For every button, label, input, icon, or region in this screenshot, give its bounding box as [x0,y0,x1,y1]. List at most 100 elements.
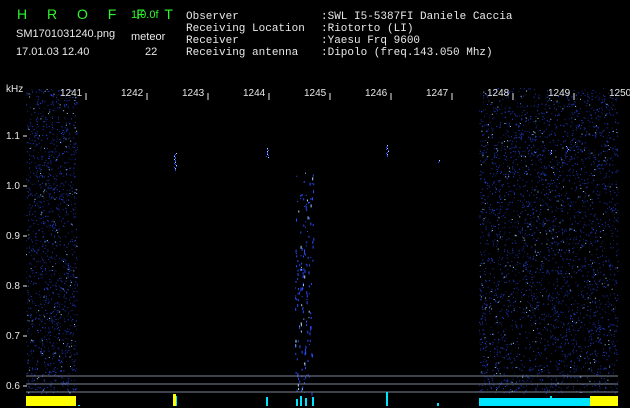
noise-dot [591,228,593,230]
noise-dot [591,95,593,97]
noise-dot [535,127,537,129]
noise-dot [496,319,498,321]
noise-dot [562,205,564,207]
noise-dot [492,344,494,345]
noise-dot [487,389,489,391]
noise-dot [575,140,577,142]
noise-dot [616,203,618,204]
noise-dot [537,384,539,386]
noise-dot [535,138,537,140]
noise-dot [41,158,43,160]
noise-dot [594,171,596,173]
noise-dot [484,203,486,205]
noise-dot [38,377,40,378]
noise-dot [64,127,66,129]
noise-dot [42,177,44,178]
noise-dot [67,389,69,391]
noise-dot [591,226,593,228]
noise-dot [596,165,598,167]
noise-dot [557,139,559,141]
noise-dot [617,381,619,383]
noise-dot [73,385,75,387]
noise-dot [67,388,69,390]
waterfall-spectrogram[interactable]: 1.11.00.90.80.70.6 1241 1242 1243 1244 1245 1… [0,0,630,408]
noise-dot [47,288,49,290]
noise-dot [55,259,57,261]
noise-dot [522,207,524,209]
noise-dot [537,238,539,240]
noise-dot [59,244,61,246]
noise-dot [612,172,614,174]
meteor-echo [439,161,440,162]
noise-dot [574,376,576,378]
noise-dot [56,189,58,191]
noise-dot [587,92,589,93]
noise-dot [38,310,40,312]
noise-dot [570,125,572,127]
meteor-trace [297,277,299,280]
noise-dot [599,369,601,370]
noise-dot [539,256,541,258]
noise-dot [612,308,614,310]
noise-dot [483,218,485,220]
noise-dot [590,153,591,155]
noise-dot [563,277,565,279]
noise-dot [585,195,587,197]
noise-dot [602,255,603,257]
noise-dot [494,155,496,157]
noise-dot [491,231,493,233]
noise-dot [587,117,589,119]
noise-dot [510,171,512,173]
noise-dot [49,257,51,259]
noise-dot [562,162,564,163]
noise-dot [558,114,560,116]
noise-dot [488,232,490,234]
noise-dot [575,212,577,214]
noise-dot [614,108,616,110]
noise-dot [486,305,488,306]
noise-dot [494,110,496,112]
noise-dot [522,316,524,318]
noise-dot [59,237,61,239]
noise-dot [39,291,41,292]
noise-dot [509,126,511,128]
noise-dot [550,361,551,363]
noise-dot [58,257,60,259]
noise-dot [489,313,491,314]
noise-dot [588,208,590,210]
noise-dot [547,270,549,272]
noise-dot [609,191,611,193]
noise-dot [609,186,611,188]
noise-dot [569,147,571,148]
noise-dot [480,179,482,181]
noise-dot [53,143,55,145]
noise-dot [57,337,59,339]
noise-dot [580,108,581,110]
noise-dot [74,197,76,199]
noise-dot [38,217,40,219]
noise-dot [510,152,512,154]
noise-dot [531,160,532,162]
noise-dot [565,334,567,336]
noise-dot [520,296,522,298]
noise-dot [54,227,56,229]
noise-dot [566,329,568,331]
noise-dot [575,125,577,127]
noise-dot [34,275,36,277]
noise-dot [501,145,503,147]
noise-dot [568,248,570,250]
noise-dot [33,248,34,250]
noise-dot [26,353,28,355]
noise-dot [542,329,544,331]
noise-dot [76,352,78,354]
noise-dot [575,334,577,336]
noise-dot [567,353,569,355]
noise-dot [512,252,514,254]
x-tick-label: 1244 [243,88,266,99]
noise-dot [530,366,532,368]
noise-dot [40,113,42,115]
noise-dot [508,191,510,192]
noise-dot [614,204,616,206]
noise-dot [527,222,529,224]
noise-dot [586,146,588,148]
